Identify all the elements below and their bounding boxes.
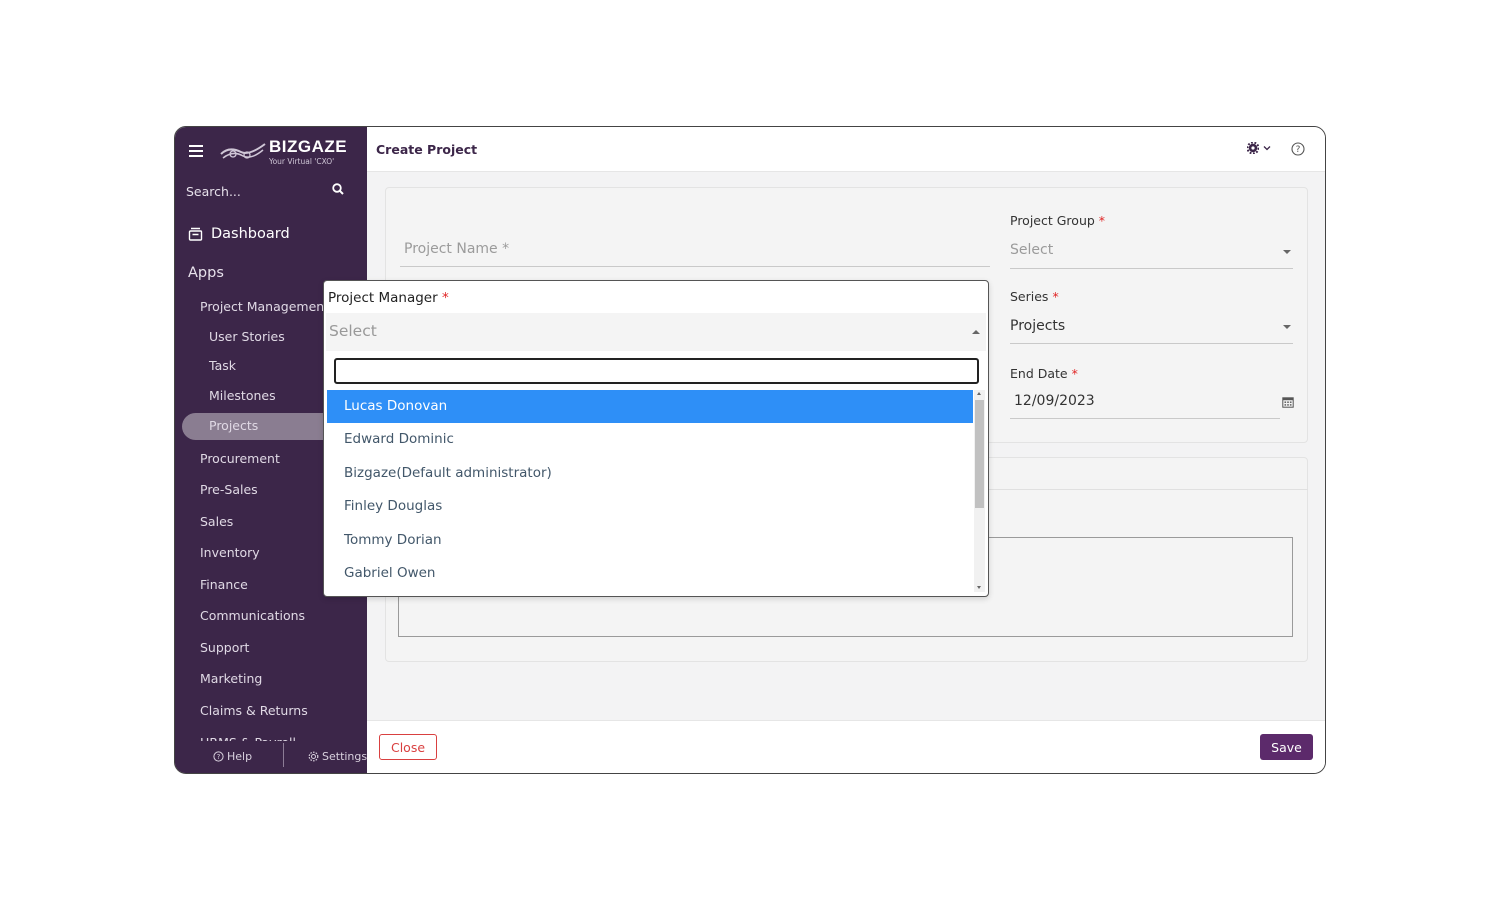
- sidebar-item-inventory[interactable]: Inventory: [200, 545, 260, 560]
- sidebar-item-procurement[interactable]: Procurement: [200, 451, 280, 466]
- settings-menu-button[interactable]: [1247, 142, 1271, 154]
- sidebar-search-placeholder: Search...: [186, 184, 241, 199]
- caret-down-icon: [1283, 325, 1291, 329]
- dashboard-icon: [188, 227, 203, 241]
- scroll-down-icon[interactable]: [977, 586, 981, 589]
- option-bizgaze-default-administrator[interactable]: Bizgaze(Default administrator): [327, 457, 973, 490]
- caret-up-icon: [972, 330, 980, 334]
- sidebar-item-user-stories[interactable]: User Stories: [209, 329, 285, 344]
- sidebar-item-marketing[interactable]: Marketing: [200, 671, 262, 686]
- settings-label: Settings: [322, 750, 368, 763]
- sidebar-apps-heading: Apps: [188, 265, 224, 281]
- project-manager-select[interactable]: Select: [326, 313, 986, 351]
- project-group-label: Project Group *: [1010, 213, 1106, 228]
- option-edward-dominic[interactable]: Edward Dominic: [327, 423, 973, 456]
- question-circle-icon: ?: [1291, 142, 1305, 156]
- sidebar-item-project-management[interactable]: Project Management: [200, 299, 329, 314]
- sidebar-item-milestones[interactable]: Milestones: [209, 388, 276, 403]
- settings-link[interactable]: Settings: [308, 750, 367, 763]
- sidebar-item-finance[interactable]: Finance: [200, 577, 248, 592]
- project-manager-label: Project Manager *: [328, 290, 449, 306]
- gear-icon: [1247, 142, 1259, 154]
- page-header: Create Project ?: [367, 127, 1325, 172]
- option-lucas-donovan[interactable]: Lucas Donovan: [327, 390, 973, 424]
- logo-tagline: Your Virtual 'CXO': [269, 157, 335, 166]
- end-date-input[interactable]: 12/09/2023: [1014, 393, 1095, 409]
- options-scrollbar[interactable]: [974, 390, 985, 592]
- project-manager-search-input[interactable]: [334, 358, 979, 384]
- sidebar-item-task[interactable]: Task: [209, 358, 236, 373]
- gear-icon: [308, 751, 319, 762]
- sidebar-item-communications[interactable]: Communications: [200, 608, 305, 623]
- sidebar-item-support[interactable]: Support: [200, 640, 249, 655]
- sidebar-item-dashboard[interactable]: Dashboard: [188, 226, 290, 242]
- end-date-underline: [1010, 418, 1280, 419]
- series-underline: [1010, 343, 1293, 344]
- caret-down-icon: [1283, 250, 1291, 254]
- help-button[interactable]: ?: [1291, 141, 1305, 160]
- sidebar-item-sales[interactable]: Sales: [200, 514, 233, 529]
- page-title: Create Project: [376, 142, 478, 157]
- sidebar-item-dashboard-label: Dashboard: [211, 226, 290, 242]
- end-date-label: End Date *: [1010, 366, 1078, 381]
- close-button[interactable]: Close: [379, 734, 437, 760]
- help-label: Help: [227, 750, 253, 763]
- svg-text:?: ?: [1296, 145, 1301, 155]
- scrollbar-thumb[interactable]: [975, 400, 984, 508]
- sidebar-search[interactable]: Search...: [186, 181, 346, 199]
- svg-text:?: ?: [217, 753, 221, 761]
- project-name-field[interactable]: Project Name *: [404, 241, 509, 257]
- project-name-underline: [400, 266, 990, 267]
- option-gabriel-owen[interactable]: Gabriel Owen: [327, 557, 973, 590]
- chevron-down-icon: [1263, 146, 1271, 151]
- sidebar-footer: ? Help Settings: [175, 741, 367, 773]
- search-icon[interactable]: [332, 183, 344, 195]
- hamburger-menu-icon[interactable]: [189, 145, 203, 157]
- scroll-up-icon[interactable]: [977, 392, 981, 395]
- project-manager-options: Lucas Donovan Edward Dominic Bizgaze(Def…: [327, 390, 973, 592]
- project-manager-dropdown: Project Manager * Select Lucas Donovan E…: [323, 280, 989, 597]
- logo-text: BIZGAZE: [269, 137, 348, 156]
- project-group-select[interactable]: Select: [1010, 242, 1053, 258]
- sidebar-item-projects[interactable]: Projects: [209, 418, 258, 433]
- option-finley-douglas[interactable]: Finley Douglas: [327, 490, 973, 523]
- question-circle-icon: ?: [213, 751, 224, 762]
- save-button[interactable]: Save: [1260, 734, 1313, 760]
- calendar-icon[interactable]: [1282, 396, 1294, 408]
- footer-divider: [283, 743, 284, 767]
- option-tommy-dorian[interactable]: Tommy Dorian: [327, 524, 973, 557]
- series-label: Series *: [1010, 289, 1059, 304]
- logo-mark-icon: [220, 143, 266, 159]
- help-link[interactable]: ? Help: [213, 750, 252, 763]
- sidebar-item-pre-sales[interactable]: Pre-Sales: [200, 482, 258, 497]
- series-select[interactable]: Projects: [1010, 318, 1065, 334]
- sidebar-item-claims-returns[interactable]: Claims & Returns: [200, 703, 308, 718]
- screen: BIZGAZE Your Virtual 'CXO' Search... Das…: [0, 0, 1500, 900]
- project-manager-placeholder: Select: [329, 322, 377, 340]
- action-bar: Close Save: [367, 720, 1325, 773]
- project-group-underline: [1010, 268, 1293, 269]
- logo: BIZGAZE Your Virtual 'CXO': [219, 136, 349, 166]
